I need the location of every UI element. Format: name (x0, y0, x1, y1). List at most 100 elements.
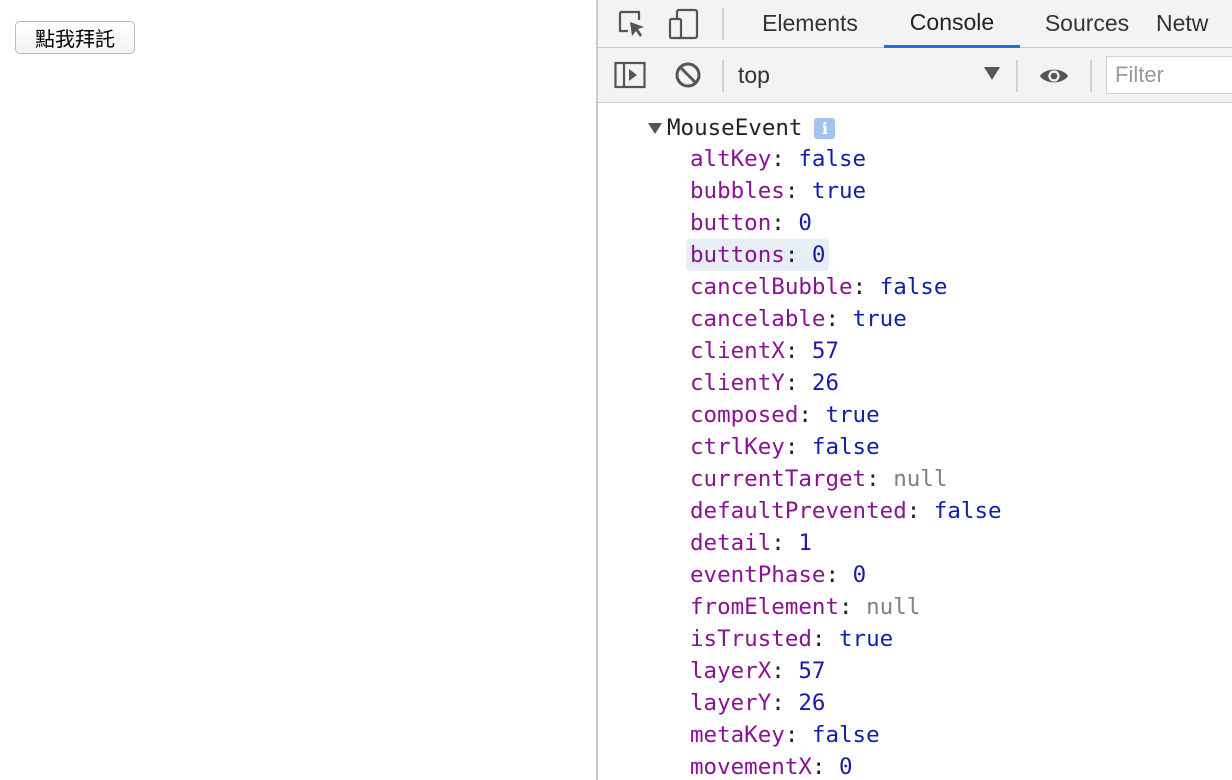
property-row[interactable]: clientY: 26 (686, 367, 843, 399)
property-row[interactable]: isTrusted: true (686, 623, 897, 655)
property-key: clientX (690, 338, 785, 364)
property-value: 0 (798, 210, 812, 236)
property-spacer (825, 754, 839, 780)
property-value: 0 (852, 562, 867, 588)
property-value: 0 (839, 754, 853, 780)
property-colon: : (771, 146, 785, 172)
property-value: 57 (811, 338, 840, 364)
property-key: movementX (690, 754, 812, 780)
property-spacer (853, 594, 867, 620)
property-colon: : (784, 338, 799, 364)
property-row[interactable]: metaKey: false (686, 719, 884, 751)
property-colon: : (839, 594, 853, 620)
property-row[interactable]: buttons: 0 (686, 239, 830, 271)
filter-input[interactable] (1106, 56, 1232, 94)
property-row[interactable]: eventPhase: 0 (686, 559, 870, 591)
property-row[interactable]: layerY: 26 (686, 687, 829, 719)
property-spacer (785, 530, 799, 556)
property-colon: : (811, 754, 826, 780)
device-toolbar-icon[interactable] (668, 8, 700, 40)
property-colon: : (771, 530, 785, 556)
property-value: 0 (811, 242, 826, 268)
tab-console[interactable]: Console (884, 0, 1020, 48)
property-spacer (920, 498, 934, 524)
property-spacer (880, 466, 894, 492)
context-selector[interactable]: top (738, 57, 1006, 93)
property-row[interactable]: currentTarget: null (686, 463, 951, 495)
object-header[interactable]: MouseEvent i (648, 113, 836, 143)
property-key: eventPhase (690, 562, 826, 588)
property-row[interactable]: movementX: 0 (686, 751, 857, 780)
property-colon: : (784, 370, 799, 396)
property-value: 1 (798, 530, 812, 556)
property-key: cancelBubble (690, 274, 853, 300)
property-value: null (866, 594, 921, 620)
toolbar-separator (1090, 60, 1092, 92)
property-value: 26 (811, 370, 840, 396)
object-name: MouseEvent (667, 115, 803, 141)
property-row[interactable]: clientX: 57 (686, 335, 843, 367)
property-spacer (866, 274, 880, 300)
property-key: buttons (690, 242, 785, 268)
property-key: detail (690, 530, 772, 556)
property-row[interactable]: altKey: false (686, 143, 870, 175)
property-row[interactable]: cancelBubble: false (686, 271, 951, 303)
tab-network[interactable]: Netw (1146, 0, 1232, 47)
property-value: false (933, 498, 1002, 524)
tab-sources[interactable]: Sources (1034, 0, 1140, 47)
property-value: 26 (798, 690, 826, 716)
console-toolbar: top (598, 48, 1232, 103)
property-value: true (825, 402, 880, 428)
property-key: layerY (690, 690, 772, 716)
property-colon: : (771, 210, 785, 236)
property-colon: : (825, 306, 840, 332)
clear-console-icon[interactable] (672, 59, 704, 91)
property-row[interactable]: cancelable: true (686, 303, 911, 335)
click-me-button[interactable]: 點我拜託 (15, 21, 135, 54)
property-spacer (798, 242, 812, 268)
property-spacer (839, 306, 853, 332)
inspect-element-icon[interactable] (616, 8, 648, 40)
expand-triangle-icon[interactable] (648, 122, 662, 134)
property-key: clientY (690, 370, 785, 396)
property-key: composed (690, 402, 799, 428)
devtools-panel: Elements Console Sources Netw top Filter… (596, 0, 1232, 780)
property-colon: : (811, 626, 826, 652)
property-colon: : (771, 658, 785, 684)
property-spacer (798, 722, 812, 748)
inspected-page: 點我拜託 (0, 0, 596, 780)
property-colon: : (784, 178, 799, 204)
property-colon: : (784, 722, 799, 748)
property-row[interactable]: composed: true (686, 399, 884, 431)
property-value: true (811, 178, 867, 204)
property-row[interactable]: detail: 1 (686, 527, 816, 559)
property-key: metaKey (690, 722, 785, 748)
property-key: altKey (690, 146, 772, 172)
property-row[interactable]: bubbles: true (686, 175, 870, 207)
property-value: false (879, 274, 948, 300)
info-icon[interactable]: i (814, 117, 836, 139)
property-row[interactable]: defaultPrevented: false (686, 495, 1006, 527)
context-value: top (738, 61, 770, 88)
property-colon: : (798, 402, 812, 428)
property-key: defaultPrevented (690, 498, 907, 524)
property-value: false (811, 434, 880, 460)
property-row[interactable]: ctrlKey: false (686, 431, 884, 463)
live-expression-eye-icon[interactable] (1038, 60, 1070, 92)
property-row[interactable]: layerX: 57 (686, 655, 829, 687)
property-value: null (893, 466, 948, 492)
property-colon: : (825, 562, 840, 588)
property-colon: : (852, 274, 867, 300)
toolbar-separator (1016, 60, 1018, 92)
property-key: bubbles (690, 178, 785, 204)
tab-elements[interactable]: Elements (750, 0, 870, 47)
property-row[interactable]: button: 0 (686, 207, 816, 239)
property-spacer (785, 210, 799, 236)
property-row[interactable]: fromElement: null (686, 591, 924, 623)
property-colon: : (771, 690, 785, 716)
property-spacer (798, 434, 812, 460)
toggle-sidebar-icon[interactable] (614, 59, 646, 91)
property-spacer (785, 658, 799, 684)
property-key: isTrusted (690, 626, 812, 652)
property-colon: : (784, 434, 799, 460)
